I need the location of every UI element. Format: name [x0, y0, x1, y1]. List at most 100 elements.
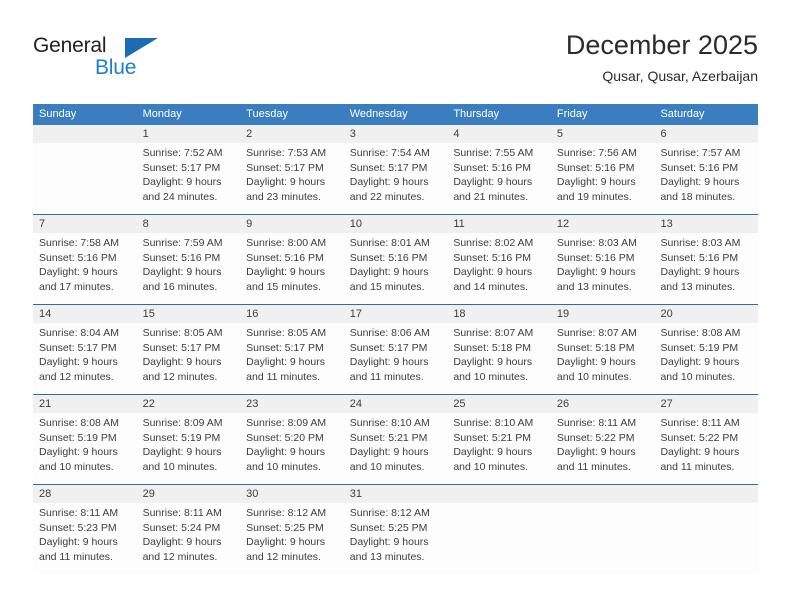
calendar-grid: Sunday Monday Tuesday Wednesday Thursday Frid… [33, 104, 758, 574]
day-number-empty [551, 485, 655, 503]
day-number[interactable]: 24 [344, 395, 448, 413]
day-number[interactable]: 20 [654, 305, 758, 323]
day-detail-line: Sunset: 5:16 PM [246, 251, 324, 264]
day-detail-line: Daylight: 9 hours [246, 446, 325, 459]
day-cell[interactable]: Sunrise: 8:11 AM Sunset: 5:23 PM Daylight:… [33, 503, 137, 574]
day-detail-line: and 11 minutes. [660, 460, 735, 473]
day-number[interactable]: 7 [33, 215, 137, 233]
day-cell[interactable]: Sunrise: 7:58 AM Sunset: 5:16 PM Daylight:… [33, 233, 137, 304]
day-detail-line: Sunset: 5:19 PM [660, 341, 739, 354]
day-cell[interactable]: Sunrise: 8:11 AM Sunset: 5:24 PM Daylight:… [137, 503, 241, 574]
day-detail-line: Daylight: 9 hours [660, 266, 740, 279]
week-daydetail-band: Sunrise: 8:04 AM Sunset: 5:17 PM Daylight:… [33, 323, 758, 394]
day-cell[interactable]: Sunrise: 8:03 AM Sunset: 5:16 PM Daylight:… [551, 233, 655, 304]
day-cell[interactable]: Sunrise: 7:55 AM Sunset: 5:16 PM Daylight:… [447, 143, 551, 214]
day-number[interactable]: 22 [137, 395, 241, 413]
day-number[interactable]: 10 [344, 215, 448, 233]
day-detail-line: Sunrise: 8:06 AM [349, 327, 430, 339]
day-number[interactable]: 1 [137, 125, 241, 143]
day-number[interactable]: 2 [240, 125, 344, 143]
day-detail-line: Daylight: 9 hours [142, 356, 222, 369]
day-number[interactable]: 3 [344, 125, 448, 143]
day-cell[interactable]: Sunrise: 8:04 AM Sunset: 5:17 PM Daylight:… [33, 323, 137, 394]
day-cell[interactable]: Sunrise: 7:53 AM Sunset: 5:17 PM Daylight:… [240, 143, 344, 214]
day-number[interactable]: 19 [551, 305, 655, 323]
day-number[interactable]: 15 [137, 305, 241, 323]
day-cell[interactable]: Sunrise: 8:01 AM Sunset: 5:16 PM Daylight:… [344, 233, 448, 304]
brand-logo[interactable]: General Blue [33, 34, 173, 90]
day-cell[interactable]: Sunrise: 8:05 AM Sunset: 5:17 PM Daylight:… [137, 323, 241, 394]
day-cell[interactable]: Sunrise: 7:56 AM Sunset: 5:16 PM Daylight:… [551, 143, 655, 214]
day-detail-line: Daylight: 9 hours [246, 176, 325, 189]
day-number[interactable]: 18 [447, 305, 551, 323]
day-detail-line: and 13 minutes. [660, 280, 736, 293]
day-cell[interactable]: Sunrise: 8:08 AM Sunset: 5:19 PM Daylight:… [33, 413, 137, 484]
day-number[interactable]: 8 [137, 215, 241, 233]
day-cell[interactable]: Sunrise: 8:00 AM Sunset: 5:16 PM Daylight:… [240, 233, 344, 304]
week-daynumber-band: 21 22 23 24 25 26 27 [33, 395, 758, 413]
day-number[interactable]: 29 [137, 485, 241, 503]
day-number[interactable]: 25 [447, 395, 551, 413]
day-detail-line: Sunset: 5:17 PM [349, 161, 428, 174]
day-cell[interactable]: Sunrise: 8:11 AM Sunset: 5:22 PM Daylight:… [551, 413, 655, 484]
day-detail-line: Daylight: 9 hours [142, 446, 222, 459]
day-cell[interactable]: Sunrise: 8:03 AM Sunset: 5:16 PM Daylight:… [654, 233, 758, 304]
day-detail-line: Daylight: 9 hours [39, 356, 118, 369]
day-cell[interactable]: Sunrise: 8:06 AM Sunset: 5:17 PM Daylight:… [344, 323, 448, 394]
day-number[interactable]: 16 [240, 305, 344, 323]
week-daydetail-band: Sunrise: 8:11 AM Sunset: 5:23 PM Daylight:… [33, 503, 758, 574]
day-cell[interactable]: Sunrise: 8:10 AM Sunset: 5:21 PM Daylight:… [447, 413, 551, 484]
day-cell[interactable]: Sunrise: 7:57 AM Sunset: 5:16 PM Daylight:… [654, 143, 758, 214]
day-cell[interactable]: Sunrise: 8:09 AM Sunset: 5:20 PM Daylight:… [240, 413, 344, 484]
day-number[interactable]: 12 [551, 215, 655, 233]
day-cell[interactable]: Sunrise: 8:08 AM Sunset: 5:19 PM Daylight:… [654, 323, 758, 394]
day-cell-empty [654, 503, 758, 574]
day-number[interactable]: 17 [344, 305, 448, 323]
day-detail-line: Sunrise: 7:55 AM [453, 147, 534, 159]
day-number[interactable]: 26 [551, 395, 655, 413]
day-cell[interactable]: Sunrise: 8:07 AM Sunset: 5:18 PM Daylight:… [551, 323, 655, 394]
day-detail-line: Sunset: 5:17 PM [142, 341, 221, 354]
calendar-week-row: 14 15 16 17 18 19 20 Sunrise: 8:04 AM Sunset: 5:… [33, 304, 758, 394]
day-detail-line: Sunset: 5:17 PM [246, 161, 324, 174]
day-detail-line: Sunset: 5:21 PM [453, 431, 531, 444]
day-detail-line: and 15 minutes. [246, 280, 321, 293]
day-cell[interactable]: Sunrise: 8:09 AM Sunset: 5:19 PM Daylight:… [137, 413, 241, 484]
day-number[interactable]: 31 [344, 485, 448, 503]
day-cell[interactable]: Sunrise: 8:02 AM Sunset: 5:16 PM Daylight:… [447, 233, 551, 304]
day-number[interactable]: 4 [447, 125, 551, 143]
day-number[interactable]: 9 [240, 215, 344, 233]
day-number[interactable]: 5 [551, 125, 655, 143]
day-number[interactable]: 27 [654, 395, 758, 413]
day-cell[interactable]: Sunrise: 7:52 AM Sunset: 5:17 PM Daylight:… [137, 143, 241, 214]
weekday-header-tuesday: Tuesday [246, 108, 288, 120]
day-detail-line: Daylight: 9 hours [39, 266, 118, 279]
day-number[interactable]: 21 [33, 395, 137, 413]
day-cell[interactable]: Sunrise: 7:54 AM Sunset: 5:17 PM Daylight:… [344, 143, 448, 214]
day-detail-line: Sunrise: 8:02 AM [453, 237, 534, 249]
day-cell[interactable]: Sunrise: 8:05 AM Sunset: 5:17 PM Daylight:… [240, 323, 344, 394]
day-detail-line: and 11 minutes. [556, 460, 631, 473]
day-number[interactable]: 30 [240, 485, 344, 503]
day-detail-line: Sunset: 5:16 PM [660, 161, 739, 174]
day-number[interactable]: 28 [33, 485, 137, 503]
day-number[interactable]: 23 [240, 395, 344, 413]
day-cell[interactable]: Sunrise: 8:12 AM Sunset: 5:25 PM Daylight:… [240, 503, 344, 574]
day-number[interactable]: 6 [654, 125, 758, 143]
day-cell-empty [447, 503, 551, 574]
day-detail-line: Sunrise: 7:56 AM [556, 147, 637, 159]
day-cell[interactable]: Sunrise: 7:59 AM Sunset: 5:16 PM Daylight:… [137, 233, 241, 304]
day-detail-line: Sunrise: 8:03 AM [556, 237, 637, 249]
calendar-week-row: 7 8 9 10 11 12 13 Sunrise: 7:58 AM Sunset: 5:16 … [33, 214, 758, 304]
day-cell[interactable]: Sunrise: 8:07 AM Sunset: 5:18 PM Daylight:… [447, 323, 551, 394]
day-cell[interactable]: Sunrise: 8:11 AM Sunset: 5:22 PM Daylight:… [654, 413, 758, 484]
day-number[interactable]: 11 [447, 215, 551, 233]
day-detail-line: Sunrise: 8:04 AM [39, 327, 119, 339]
day-detail-line: Daylight: 9 hours [660, 176, 740, 189]
day-detail-line: and 10 minutes. [142, 460, 218, 473]
day-cell[interactable]: Sunrise: 8:10 AM Sunset: 5:21 PM Daylight:… [344, 413, 448, 484]
day-number[interactable]: 14 [33, 305, 137, 323]
day-detail-line: Sunset: 5:16 PM [660, 251, 739, 264]
day-cell[interactable]: Sunrise: 8:12 AM Sunset: 5:25 PM Daylight:… [344, 503, 448, 574]
day-number[interactable]: 13 [654, 215, 758, 233]
